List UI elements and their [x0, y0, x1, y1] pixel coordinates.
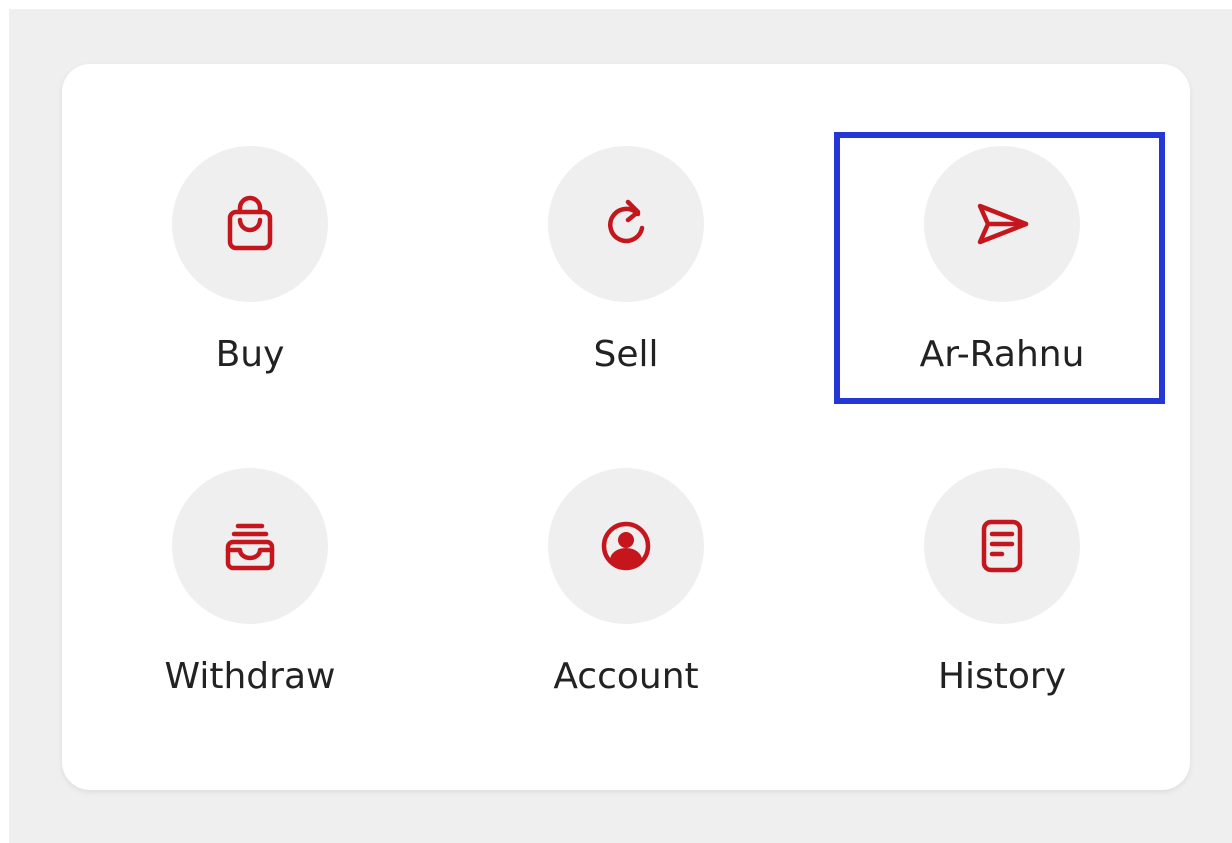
shopping-bag-icon: [172, 146, 328, 302]
document-icon: [924, 468, 1080, 624]
menu-item-label: Withdraw: [164, 656, 336, 697]
menu-item-history[interactable]: History: [814, 386, 1154, 697]
menu-item-sell[interactable]: Sell: [438, 64, 778, 375]
menu-item-account[interactable]: Account: [438, 386, 778, 697]
menu-item-label: Ar-Rahnu: [919, 334, 1085, 375]
user-circle-icon: [548, 468, 704, 624]
menu-item-label: Account: [553, 656, 699, 697]
menu-item-buy[interactable]: Buy: [62, 64, 402, 375]
inbox-icon: [172, 468, 328, 624]
menu-item-label: History: [937, 656, 1067, 697]
menu-item-ar-rahnu[interactable]: Ar-Rahnu: [814, 64, 1154, 375]
menu-item-withdraw[interactable]: Withdraw: [62, 386, 402, 697]
refresh-icon: [548, 146, 704, 302]
menu-item-label: Buy: [215, 334, 285, 375]
menu-item-label: Sell: [593, 334, 659, 375]
send-icon: [924, 146, 1080, 302]
quick-actions-card: Buy Sell Ar-Rahnu Withdraw Account Histo…: [62, 64, 1190, 790]
